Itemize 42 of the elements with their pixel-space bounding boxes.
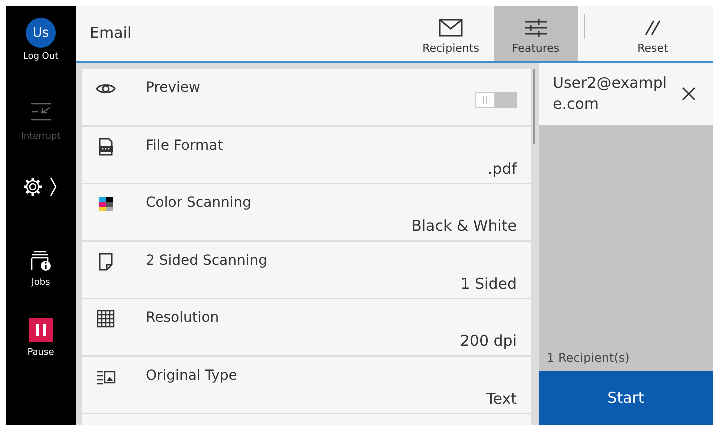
file-icon — [96, 136, 116, 156]
feature-value: Black & White — [412, 217, 517, 237]
pause-icon[interactable] — [29, 318, 53, 342]
feature-label: Original Type — [146, 366, 238, 386]
feature-row[interactable]: Preview — [82, 69, 531, 125]
page-title: Email — [89, 24, 133, 42]
feature-label: Preview — [146, 79, 202, 98]
double-slash-icon — [643, 19, 663, 37]
feature-label: 2 Sided Scanning — [146, 252, 269, 270]
start-button[interactable]: Start — [539, 371, 713, 425]
feature-value: 1 Sided — [460, 274, 517, 294]
grid-icon — [96, 309, 116, 329]
side-label: Jobs — [32, 278, 50, 288]
tab[interactable]: Recipients — [412, 6, 490, 61]
reset-button[interactable]: Reset — [615, 6, 691, 61]
feature-label: File Format — [146, 136, 224, 156]
feature-value: .pdf — [488, 160, 517, 180]
feature-row[interactable]: Color Scanning Black & White — [82, 184, 531, 240]
feature-row[interactable]: Original Type Text — [82, 356, 531, 412]
feature-row[interactable]: File Format .pdf — [82, 126, 531, 182]
recipient-address: User2@example.com — [553, 73, 668, 115]
feature-label: Resolution — [146, 309, 220, 328]
mail-icon — [439, 19, 463, 37]
feature-row[interactable]: Resolution 200 dpi — [82, 299, 531, 355]
sliders-icon — [524, 19, 548, 37]
user-avatar[interactable]: Us — [26, 18, 56, 48]
feature-label: Color Scanning — [146, 194, 253, 213]
toggle-switch[interactable] — [475, 92, 517, 108]
feature-row[interactable]: 2 Sided Scanning 1 Sided — [82, 242, 531, 298]
recipient-card[interactable]: User2@example.com — [539, 63, 713, 125]
recipient-count: 1 Recipient(s) — [546, 351, 631, 367]
close-button[interactable] — [681, 86, 697, 102]
tab[interactable]: Features — [494, 6, 578, 61]
feature-value: Text — [486, 390, 517, 410]
color-squares-icon — [96, 194, 116, 214]
scroll-thumb[interactable] — [533, 69, 535, 144]
side-label: Pause — [28, 348, 54, 358]
gear-chevron-icon[interactable] — [23, 176, 59, 198]
log-out-label: Log Out — [23, 52, 59, 62]
side-label: Interrupt — [21, 132, 61, 142]
feature-value: 200 dpi — [460, 332, 517, 352]
close-icon — [681, 86, 697, 102]
